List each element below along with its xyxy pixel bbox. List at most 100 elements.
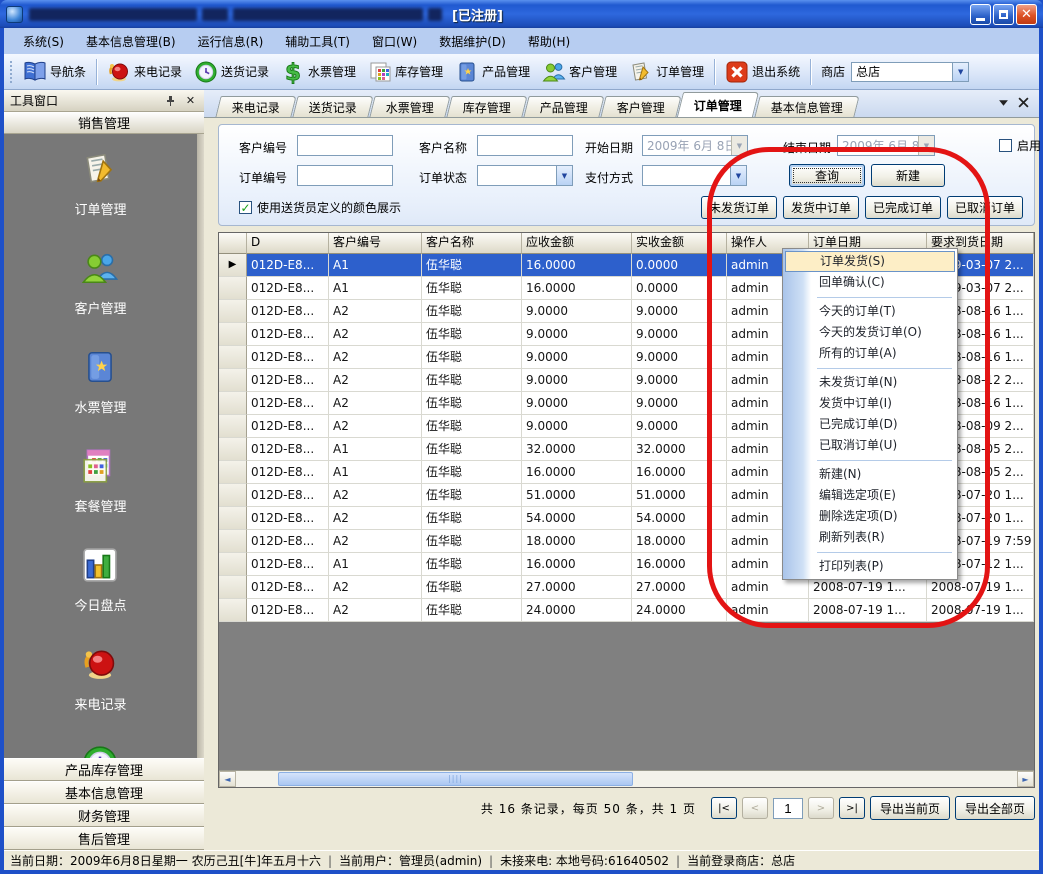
menu-item-6[interactable]: 帮助(H)	[517, 29, 581, 54]
menu-item-2[interactable]: 运行信息(R)	[187, 29, 275, 54]
color-display-checkbox[interactable]: ✓ 使用送货员定义的颜色展示	[239, 199, 401, 216]
context-menu-item-14[interactable]: 删除选定项(D)	[785, 506, 955, 527]
enable-date-checkbox[interactable]: 启用	[999, 137, 1041, 154]
toolbar-inventory-button[interactable]: 库存管理	[362, 57, 449, 87]
sidebar-item-2[interactable]: 水票管理	[74, 348, 126, 416]
toolbar-ticket-button[interactable]: $水票管理	[275, 57, 362, 87]
context-menu-item-12[interactable]: 新建(N)	[785, 464, 955, 485]
sidebar-item-5[interactable]: 来电记录	[74, 645, 126, 713]
export-all-pages-button[interactable]: 导出全部页	[955, 796, 1035, 820]
context-menu-item-0[interactable]: 订单发货(S)	[785, 251, 955, 272]
table-row[interactable]: 012D-E8...A2伍华聪24.000024.0000admin2008-0…	[219, 599, 1034, 622]
sidebar-item-0[interactable]: 订单管理	[74, 150, 126, 218]
export-current-page-button[interactable]: 导出当前页	[870, 796, 950, 820]
query-button[interactable]: 查询	[789, 164, 865, 187]
grid-header-col-0[interactable]: D	[247, 233, 329, 254]
scrollbar-track[interactable]	[236, 771, 1017, 787]
maximize-button[interactable]	[993, 4, 1014, 25]
close-button[interactable]: ✕	[1016, 4, 1037, 25]
end-date-picker[interactable]: 2009年 6月 8日▼	[837, 135, 935, 156]
tab-3[interactable]: 库存管理	[446, 96, 527, 117]
sidebar-group-0[interactable]: 产品库存管理	[4, 758, 204, 781]
table-cell: 16.0000	[522, 277, 632, 300]
order-no-input[interactable]	[297, 165, 393, 186]
tab-7[interactable]: 基本信息管理	[754, 96, 859, 117]
page-number-input[interactable]	[773, 798, 803, 819]
chevron-down-icon[interactable]: ▼	[952, 63, 968, 81]
toolbar-customer-button[interactable]: 客户管理	[536, 57, 623, 87]
context-menu-item-15[interactable]: 刷新列表(R)	[785, 527, 955, 548]
context-menu-item-5[interactable]: 所有的订单(A)	[785, 343, 955, 364]
tab-6[interactable]: 订单管理	[677, 92, 759, 117]
menu-item-5[interactable]: 数据维护(D)	[428, 29, 517, 54]
create-button[interactable]: 新建	[871, 164, 945, 187]
toolbar-order-button[interactable]: 订单管理	[623, 57, 710, 87]
shop-combobox[interactable]: 总店 ▼	[851, 62, 969, 82]
pin-icon[interactable]	[162, 93, 177, 108]
tab-2[interactable]: 水票管理	[369, 96, 450, 117]
filter-cancelled-button[interactable]: 已取消订单	[947, 196, 1023, 219]
customer-name-input[interactable]	[477, 135, 573, 156]
start-date-picker[interactable]: 2009年 6月 8日▼	[642, 135, 748, 156]
sidebar-group-1[interactable]: 基本信息管理	[4, 781, 204, 804]
filter-shipping-button[interactable]: 发货中订单	[783, 196, 859, 219]
sidebar-scrollbar[interactable]	[197, 134, 204, 758]
scroll-right-icon[interactable]: ►	[1017, 771, 1034, 787]
filter-unshipped-button[interactable]: 未发货订单	[701, 196, 777, 219]
context-menu-item-3[interactable]: 今天的订单(T)	[785, 301, 955, 322]
prev-page-button[interactable]: <	[742, 797, 768, 819]
first-page-button[interactable]: |<	[711, 797, 737, 819]
minimize-button[interactable]	[970, 4, 991, 25]
sidebar-group-3[interactable]: 售后管理	[4, 827, 204, 850]
filter-completed-button[interactable]: 已完成订单	[865, 196, 941, 219]
sidebar-item-3[interactable]: 套餐管理	[74, 447, 126, 515]
tab-label: 产品管理	[540, 99, 588, 116]
toolbar-exit-button[interactable]: 退出系统	[719, 57, 806, 87]
context-menu-item-17[interactable]: 打印列表(P)	[785, 556, 955, 577]
toolbar-grip[interactable]	[9, 60, 14, 84]
sidebar-item-6[interactable]: 送货记录	[74, 744, 126, 758]
table-cell: 24.0000	[522, 599, 632, 622]
grid-header-col-3[interactable]: 应收金额	[522, 233, 632, 254]
tab-0[interactable]: 来电记录	[215, 96, 296, 117]
grid-header-col-2[interactable]: 客户名称	[422, 233, 522, 254]
scroll-left-icon[interactable]: ◄	[219, 771, 236, 787]
sidebar-section-header[interactable]: 销售管理	[4, 112, 204, 134]
toolbar-call-log-button[interactable]: 来电记录	[101, 57, 188, 87]
tab-5[interactable]: 客户管理	[600, 96, 681, 117]
toolbar-product-button[interactable]: 产品管理	[449, 57, 536, 87]
context-menu-item-13[interactable]: 编辑选定项(E)	[785, 485, 955, 506]
tab-list-dropdown-icon[interactable]	[998, 97, 1009, 111]
menu-item-3[interactable]: 辅助工具(T)	[274, 29, 361, 54]
grid-header-col-4[interactable]: 实收金额	[632, 233, 727, 254]
menu-bar: 系统(S)基本信息管理(B)运行信息(R)辅助工具(T)窗口(W)数据维护(D)…	[4, 28, 1039, 54]
tab-4[interactable]: 产品管理	[523, 96, 604, 117]
context-menu-item-10[interactable]: 已取消订单(U)	[785, 435, 955, 456]
context-menu-item-4[interactable]: 今天的发货订单(O)	[785, 322, 955, 343]
sidebar-item-1[interactable]: 客户管理	[74, 249, 126, 317]
close-icon[interactable]: ✕	[183, 93, 198, 108]
horizontal-scrollbar[interactable]: ◄ ►	[219, 770, 1034, 787]
next-page-button[interactable]: >	[808, 797, 834, 819]
menu-item-1[interactable]: 基本信息管理(B)	[75, 29, 187, 54]
table-cell: A2	[329, 576, 422, 599]
customer-no-input[interactable]	[297, 135, 393, 156]
pay-method-select[interactable]: ▼	[642, 165, 747, 186]
tab-1[interactable]: 送货记录	[292, 96, 373, 117]
close-icon: ✕	[1021, 8, 1032, 21]
menu-item-4[interactable]: 窗口(W)	[361, 29, 428, 54]
menu-item-0[interactable]: 系统(S)	[12, 29, 75, 54]
order-status-select[interactable]: ▼	[477, 165, 573, 186]
sidebar-item-4[interactable]: 今日盘点	[74, 546, 126, 614]
context-menu-item-1[interactable]: 回单确认(C)	[785, 272, 955, 293]
tab-close-icon[interactable]	[1018, 97, 1029, 111]
toolbar-nav-button[interactable]: 导航条	[17, 57, 92, 87]
context-menu-item-7[interactable]: 未发货订单(N)	[785, 372, 955, 393]
last-page-button[interactable]: >|	[839, 797, 865, 819]
grid-header-col-1[interactable]: 客户编号	[329, 233, 422, 254]
toolbar-delivery-log-button[interactable]: 送货记录	[188, 57, 275, 87]
context-menu-item-9[interactable]: 已完成订单(D)	[785, 414, 955, 435]
context-menu-item-8[interactable]: 发货中订单(I)	[785, 393, 955, 414]
scrollbar-thumb[interactable]	[278, 772, 633, 786]
sidebar-group-2[interactable]: 财务管理	[4, 804, 204, 827]
